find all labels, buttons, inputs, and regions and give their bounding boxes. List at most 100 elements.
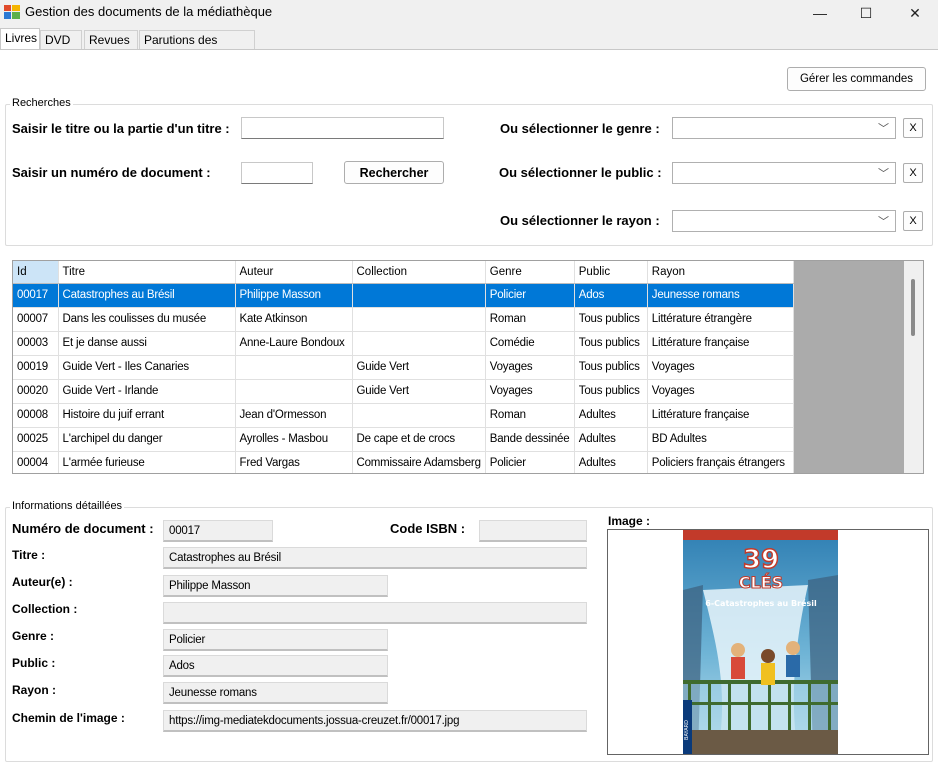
cell-auteur[interactable]: Fred Vargas bbox=[235, 451, 353, 473]
clear-rayon-button[interactable]: X bbox=[903, 211, 923, 231]
cell-titre[interactable]: Et je danse aussi bbox=[58, 331, 236, 356]
cell-id[interactable]: 00007 bbox=[13, 307, 59, 332]
cell-rayon[interactable]: Voyages bbox=[647, 355, 794, 380]
cell-public[interactable]: Tous publics bbox=[574, 379, 648, 404]
books-grid[interactable]: Id Titre Auteur Collection Genre Public … bbox=[12, 260, 924, 474]
cell-collection[interactable] bbox=[352, 283, 486, 308]
column-header-rayon[interactable]: Rayon bbox=[647, 261, 794, 284]
column-header-genre[interactable]: Genre bbox=[485, 261, 575, 284]
search-button[interactable]: Rechercher bbox=[344, 161, 444, 184]
collection-label: Collection : bbox=[12, 602, 78, 616]
cell-id[interactable]: 00003 bbox=[13, 331, 59, 356]
title-label: Titre : bbox=[12, 548, 46, 562]
column-header-collection[interactable]: Collection bbox=[352, 261, 486, 284]
author-label: Auteur(e) : bbox=[12, 575, 73, 589]
cell-auteur[interactable]: Philippe Masson bbox=[235, 283, 353, 308]
tab-dvd[interactable]: DVD bbox=[40, 30, 82, 50]
cell-id[interactable]: 00025 bbox=[13, 427, 59, 452]
cell-genre[interactable]: Policier bbox=[485, 283, 575, 308]
cell-genre[interactable]: Voyages bbox=[485, 379, 575, 404]
table-row[interactable]: 00008 Histoire du juif errant Jean d'Ormes… bbox=[13, 403, 794, 428]
cell-auteur[interactable]: Ayrolles - Masbou bbox=[235, 427, 353, 452]
chevron-down-icon: ﹀ bbox=[878, 168, 889, 180]
cell-titre[interactable]: Dans les coulisses du musée bbox=[58, 307, 236, 332]
grid-scroll-thumb[interactable] bbox=[911, 279, 915, 336]
cell-collection[interactable]: Commissaire Adamsberg bbox=[352, 451, 486, 473]
table-row[interactable]: 00020 Guide Vert - Irlande Guide Vert Voyag… bbox=[13, 379, 794, 404]
public-detail-label: Public : bbox=[12, 656, 56, 670]
cell-titre[interactable]: Guide Vert - Iles Canaries bbox=[58, 355, 236, 380]
cell-auteur[interactable]: Jean d'Ormesson bbox=[235, 403, 353, 428]
cell-auteur[interactable]: Kate Atkinson bbox=[235, 307, 353, 332]
maximize-button[interactable]: ☐ bbox=[843, 0, 889, 26]
tab-revues[interactable]: Revues bbox=[84, 30, 138, 50]
cell-id[interactable]: 00017 bbox=[13, 283, 59, 308]
column-header-id[interactable]: Id bbox=[13, 261, 59, 284]
table-row[interactable]: 00003 Et je danse aussi Anne-Laure Bondoux… bbox=[13, 331, 794, 356]
cell-public[interactable]: Ados bbox=[574, 283, 648, 308]
cell-genre[interactable]: Roman bbox=[485, 307, 575, 332]
manage-orders-button[interactable]: Gérer les commandes bbox=[787, 67, 926, 91]
cell-public[interactable]: Adultes bbox=[574, 427, 648, 452]
close-button[interactable]: ✕ bbox=[892, 0, 938, 26]
cell-id[interactable]: 00020 bbox=[13, 379, 59, 404]
cell-auteur[interactable] bbox=[235, 355, 353, 380]
cell-titre[interactable]: Histoire du juif errant bbox=[58, 403, 236, 428]
cell-titre[interactable]: L'armée furieuse bbox=[58, 451, 236, 473]
cell-rayon[interactable]: Littérature française bbox=[647, 331, 794, 356]
cell-rayon[interactable]: Policiers français étrangers bbox=[647, 451, 794, 473]
cell-rayon[interactable]: Voyages bbox=[647, 379, 794, 404]
column-header-auteur[interactable]: Auteur bbox=[235, 261, 353, 284]
table-row[interactable]: 00025 L'archipel du danger Ayrolles - Masb… bbox=[13, 427, 794, 452]
minimize-button[interactable]: — bbox=[797, 0, 843, 26]
cell-public[interactable]: Tous publics bbox=[574, 307, 648, 332]
cell-collection[interactable] bbox=[352, 403, 486, 428]
public-select[interactable]: ﹀ bbox=[672, 162, 896, 184]
cover-series-word: CLÉS bbox=[739, 573, 783, 592]
cell-collection[interactable]: De cape et de crocs bbox=[352, 427, 486, 452]
cell-genre[interactable]: Bande dessinée bbox=[485, 427, 575, 452]
cell-titre[interactable]: Catastrophes au Brésil bbox=[58, 283, 236, 308]
cell-collection[interactable]: Guide Vert bbox=[352, 355, 486, 380]
column-header-titre[interactable]: Titre bbox=[58, 261, 236, 284]
cell-genre[interactable]: Comédie bbox=[485, 331, 575, 356]
clear-public-button[interactable]: X bbox=[903, 163, 923, 183]
cell-titre[interactable]: L'archipel du danger bbox=[58, 427, 236, 452]
clear-genre-button[interactable]: X bbox=[903, 118, 923, 138]
cell-public[interactable]: Adultes bbox=[574, 403, 648, 428]
number-search-input[interactable] bbox=[241, 162, 313, 184]
table-row[interactable]: 00017 Catastrophes au Brésil Philippe Mass… bbox=[13, 283, 794, 308]
cell-collection[interactable] bbox=[352, 331, 486, 356]
column-header-public[interactable]: Public bbox=[574, 261, 648, 284]
cell-id[interactable]: 00004 bbox=[13, 451, 59, 473]
collection-field bbox=[163, 602, 587, 624]
table-row[interactable]: 00019 Guide Vert - Iles Canaries Guide Ver… bbox=[13, 355, 794, 380]
rayon-select[interactable]: ﹀ bbox=[672, 210, 896, 232]
cell-public[interactable]: Tous publics bbox=[574, 355, 648, 380]
cell-id[interactable]: 00019 bbox=[13, 355, 59, 380]
title-search-input[interactable] bbox=[241, 117, 444, 139]
cell-titre[interactable]: Guide Vert - Irlande bbox=[58, 379, 236, 404]
cell-rayon[interactable]: Littérature française bbox=[647, 403, 794, 428]
cell-collection[interactable] bbox=[352, 307, 486, 332]
cell-public[interactable]: Tous publics bbox=[574, 331, 648, 356]
cell-rayon[interactable]: Jeunesse romans bbox=[647, 283, 794, 308]
table-row[interactable]: 00004 L'armée furieuse Fred Vargas Commissa… bbox=[13, 451, 794, 473]
genre-select[interactable]: ﹀ bbox=[672, 117, 896, 139]
cell-rayon[interactable]: BD Adultes bbox=[647, 427, 794, 452]
cell-genre[interactable]: Roman bbox=[485, 403, 575, 428]
tab-parutions[interactable]: Parutions des revues bbox=[139, 30, 255, 61]
cell-genre[interactable]: Policier bbox=[485, 451, 575, 473]
image-path-label: Chemin de l'image : bbox=[12, 711, 125, 725]
cell-collection[interactable]: Guide Vert bbox=[352, 379, 486, 404]
cell-genre[interactable]: Voyages bbox=[485, 355, 575, 380]
genre-detail-label: Genre : bbox=[12, 629, 55, 643]
table-row[interactable]: 00007 Dans les coulisses du musée Kate Atk… bbox=[13, 307, 794, 332]
number-search-label: Saisir un numéro de document : bbox=[12, 165, 211, 180]
tab-livres[interactable]: Livres bbox=[0, 28, 40, 50]
cell-id[interactable]: 00008 bbox=[13, 403, 59, 428]
cell-public[interactable]: Adultes bbox=[574, 451, 648, 473]
cell-rayon[interactable]: Littérature étrangère bbox=[647, 307, 794, 332]
cell-auteur[interactable] bbox=[235, 379, 353, 404]
cell-auteur[interactable]: Anne-Laure Bondoux bbox=[235, 331, 353, 356]
